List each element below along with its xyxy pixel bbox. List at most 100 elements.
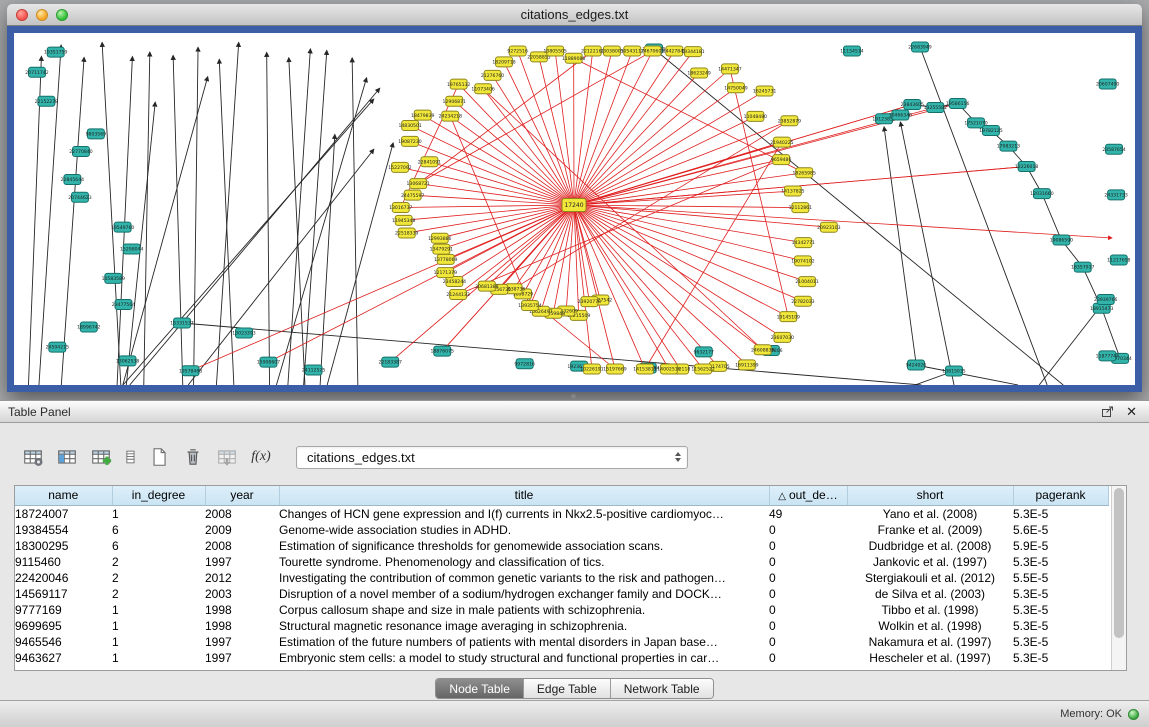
- column-header-short[interactable]: short: [847, 486, 1013, 505]
- table-row[interactable]: 2242004622012Investigating the contribut…: [15, 570, 1108, 586]
- cell-year[interactable]: 1997: [205, 554, 279, 570]
- cell-short[interactable]: de Silva et al. (2003): [847, 586, 1013, 602]
- cell-out_degree[interactable]: 0: [769, 602, 847, 618]
- cell-pagerank[interactable]: 5.3E-5: [1013, 634, 1108, 650]
- cell-in_degree[interactable]: 2: [112, 586, 205, 602]
- table-row[interactable]: 1456911722003Disruption of a novel membe…: [15, 586, 1108, 602]
- cell-title[interactable]: Disruption of a novel member of a sodium…: [279, 586, 769, 602]
- show-columns-button[interactable]: [52, 444, 82, 470]
- column-header-name[interactable]: name: [15, 486, 112, 505]
- cell-in_degree[interactable]: 1: [112, 602, 205, 618]
- close-window-button[interactable]: [16, 9, 28, 21]
- cell-name[interactable]: 9115460: [15, 554, 112, 570]
- function-builder-button[interactable]: f(x): [246, 444, 276, 470]
- tab-node-table[interactable]: Node Table: [436, 679, 524, 698]
- cell-pagerank[interactable]: 5.3E-5: [1013, 554, 1108, 570]
- network-canvas[interactable]: 1935175920711742221522789803569227708402…: [14, 33, 1135, 385]
- column-header-in_degree[interactable]: in_degree: [112, 486, 205, 505]
- cell-short[interactable]: Stergiakouli et al. (2012): [847, 570, 1013, 586]
- cell-year[interactable]: 1998: [205, 602, 279, 618]
- cell-title[interactable]: Estimation of the future numbers of pati…: [279, 634, 769, 650]
- cell-pagerank[interactable]: 5.3E-5: [1013, 586, 1108, 602]
- row-height-button[interactable]: [120, 444, 140, 470]
- column-header-pagerank[interactable]: pagerank: [1013, 486, 1108, 505]
- cell-short[interactable]: Wolkin et al. (1998): [847, 618, 1013, 634]
- cell-short[interactable]: Yano et al. (2008): [847, 505, 1013, 522]
- cell-name[interactable]: 9463627: [15, 650, 112, 666]
- table-mode-button[interactable]: [18, 444, 48, 470]
- table-vertical-scrollbar[interactable]: [1111, 486, 1126, 670]
- table-row[interactable]: 1830029562008Estimation of significance …: [15, 538, 1108, 554]
- cell-name[interactable]: 22420046: [15, 570, 112, 586]
- cell-out_degree[interactable]: 0: [769, 634, 847, 650]
- scrollbar-thumb[interactable]: [1114, 488, 1124, 638]
- table-row[interactable]: 1872400712008Changes of HCN gene express…: [15, 505, 1108, 522]
- cell-name[interactable]: 19384554: [15, 522, 112, 538]
- cell-pagerank[interactable]: 5.3E-5: [1013, 618, 1108, 634]
- cell-in_degree[interactable]: 2: [112, 554, 205, 570]
- cell-name[interactable]: 9777169: [15, 602, 112, 618]
- cell-year[interactable]: 2009: [205, 522, 279, 538]
- cell-in_degree[interactable]: 1: [112, 618, 205, 634]
- cell-pagerank[interactable]: 5.9E-5: [1013, 538, 1108, 554]
- cell-short[interactable]: Jankovic et al. (1997): [847, 554, 1013, 570]
- cell-title[interactable]: Embryonic stem cells: a model to study s…: [279, 650, 769, 666]
- cell-title[interactable]: Tourette syndrome. Phenomenology and cla…: [279, 554, 769, 570]
- create-column-button[interactable]: [86, 444, 116, 470]
- cell-year[interactable]: 2008: [205, 505, 279, 522]
- cell-title[interactable]: Estimation of significance thresholds fo…: [279, 538, 769, 554]
- cell-name[interactable]: 18724007: [15, 505, 112, 522]
- cell-pagerank[interactable]: 5.3E-5: [1013, 602, 1108, 618]
- table-row[interactable]: 969969511998Structural magnetic resonanc…: [15, 618, 1108, 634]
- cell-out_degree[interactable]: 0: [769, 570, 847, 586]
- minimize-window-button[interactable]: [36, 9, 48, 21]
- zoom-window-button[interactable]: [56, 9, 68, 21]
- cell-pagerank[interactable]: 5.6E-5: [1013, 522, 1108, 538]
- table-row[interactable]: 946362711997Embryonic stem cells: a mode…: [15, 650, 1108, 666]
- cell-name[interactable]: 18300295: [15, 538, 112, 554]
- cell-year[interactable]: 1997: [205, 650, 279, 666]
- cell-pagerank[interactable]: 5.3E-5: [1013, 505, 1108, 522]
- cell-title[interactable]: Structural magnetic resonance image aver…: [279, 618, 769, 634]
- panel-splitter-handle[interactable]: [571, 394, 576, 399]
- cell-name[interactable]: 9465546: [15, 634, 112, 650]
- cell-year[interactable]: 1998: [205, 618, 279, 634]
- cell-out_degree[interactable]: 0: [769, 538, 847, 554]
- cell-year[interactable]: 2012: [205, 570, 279, 586]
- import-table-button[interactable]: [212, 444, 242, 470]
- cell-in_degree[interactable]: 1: [112, 650, 205, 666]
- cell-short[interactable]: Franke et al. (2009): [847, 522, 1013, 538]
- cell-year[interactable]: 2003: [205, 586, 279, 602]
- network-window-titlebar[interactable]: citations_edges.txt: [7, 4, 1142, 26]
- cell-in_degree[interactable]: 1: [112, 505, 205, 522]
- table-selector-dropdown[interactable]: citations_edges.txt: [296, 446, 688, 469]
- table-row[interactable]: 946554611997Estimation of the future num…: [15, 634, 1108, 650]
- table-row[interactable]: 1938455462009Genome-wide association stu…: [15, 522, 1108, 538]
- cell-in_degree[interactable]: 6: [112, 522, 205, 538]
- cell-out_degree[interactable]: 0: [769, 522, 847, 538]
- tab-network-table[interactable]: Network Table: [611, 679, 713, 698]
- cell-title[interactable]: Genome-wide association studies in ADHD.: [279, 522, 769, 538]
- cell-pagerank[interactable]: 5.5E-5: [1013, 570, 1108, 586]
- column-header-year[interactable]: year: [205, 486, 279, 505]
- cell-title[interactable]: Investigating the contribution of common…: [279, 570, 769, 586]
- cell-out_degree[interactable]: 0: [769, 650, 847, 666]
- memory-status-indicator[interactable]: [1128, 709, 1139, 720]
- float-panel-button[interactable]: [1101, 406, 1114, 418]
- cell-short[interactable]: Tibbo et al. (1998): [847, 602, 1013, 618]
- cell-in_degree[interactable]: 6: [112, 538, 205, 554]
- cell-out_degree[interactable]: 0: [769, 586, 847, 602]
- cell-year[interactable]: 1997: [205, 634, 279, 650]
- cell-out_degree[interactable]: 0: [769, 554, 847, 570]
- cell-short[interactable]: Hescheler et al. (1997): [847, 650, 1013, 666]
- table-row[interactable]: 977716911998Corpus callosum shape and si…: [15, 602, 1108, 618]
- new-table-button[interactable]: [144, 444, 174, 470]
- cell-name[interactable]: 14569117: [15, 586, 112, 602]
- cell-title[interactable]: Changes of HCN gene expression and I(f) …: [279, 505, 769, 522]
- cell-pagerank[interactable]: 5.3E-5: [1013, 650, 1108, 666]
- column-header-out_degree[interactable]: △out_de…: [769, 486, 847, 505]
- delete-table-button[interactable]: [178, 444, 208, 470]
- cell-title[interactable]: Corpus callosum shape and size in male p…: [279, 602, 769, 618]
- table-row[interactable]: 911546021997Tourette syndrome. Phenomeno…: [15, 554, 1108, 570]
- cell-short[interactable]: Nakamura et al. (1997): [847, 634, 1013, 650]
